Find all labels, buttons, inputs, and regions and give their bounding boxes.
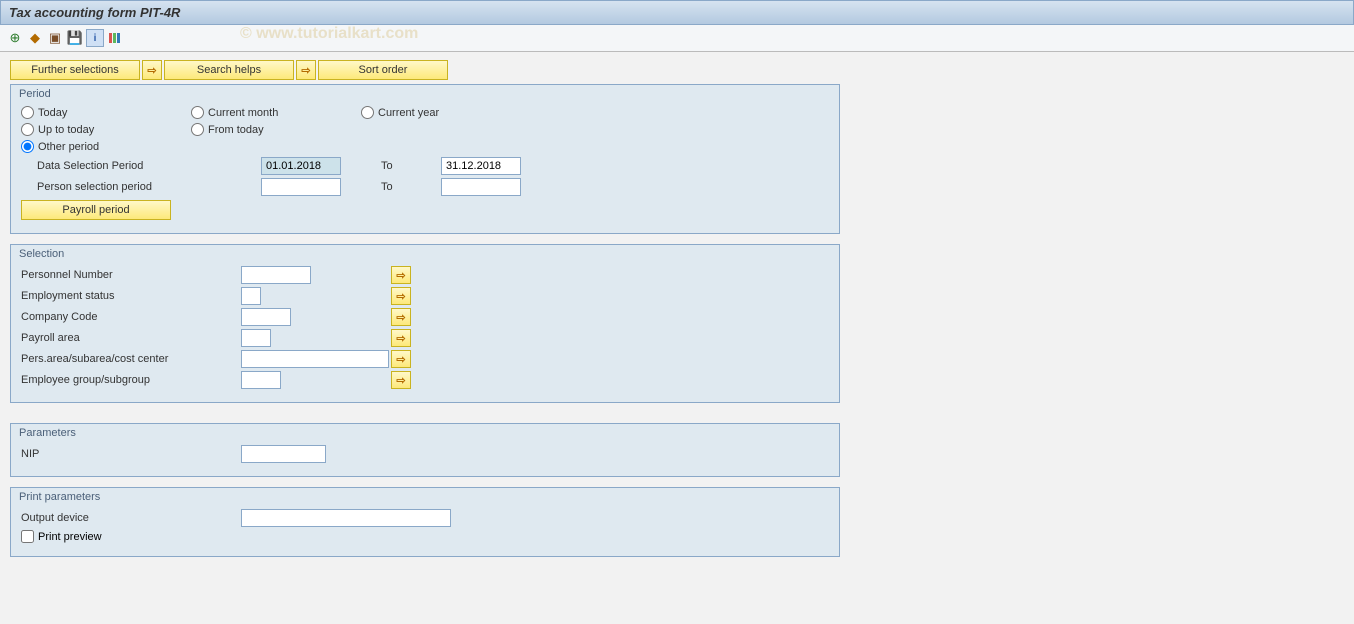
personnel-number-label: Personnel Number: [21, 269, 241, 281]
pers-area-input[interactable]: [241, 350, 389, 368]
variant-icon[interactable]: ◆: [26, 29, 44, 47]
layout-icon[interactable]: [106, 29, 124, 47]
search-helps-button[interactable]: Search helps: [164, 60, 294, 80]
sort-order-button[interactable]: Sort order: [318, 60, 448, 80]
top-button-row: Further selections ⇨ Search helps ⇨ Sort…: [10, 60, 1344, 80]
info-icon[interactable]: i: [86, 29, 104, 47]
company-code-input[interactable]: [241, 308, 291, 326]
multiple-selection-icon[interactable]: ⇨: [391, 266, 411, 284]
nip-input[interactable]: [241, 445, 326, 463]
personnel-number-input[interactable]: [241, 266, 311, 284]
data-selection-from-input[interactable]: [261, 157, 341, 175]
output-device-input[interactable]: [241, 509, 451, 527]
payroll-area-label: Payroll area: [21, 332, 241, 344]
radio-from-today[interactable]: From today: [191, 123, 361, 136]
to-label: To: [381, 160, 441, 172]
radio-other-period[interactable]: Other period: [21, 140, 99, 153]
payroll-area-input[interactable]: [241, 329, 271, 347]
arrow-icon[interactable]: ⇨: [142, 60, 162, 80]
multiple-selection-icon[interactable]: ⇨: [391, 308, 411, 326]
radio-up-to-today[interactable]: Up to today: [21, 123, 191, 136]
further-selections-button[interactable]: Further selections: [10, 60, 140, 80]
radio-today[interactable]: Today: [21, 106, 191, 119]
employment-status-label: Employment status: [21, 290, 241, 302]
multiple-selection-icon[interactable]: ⇨: [391, 287, 411, 305]
window-title: Tax accounting form PIT-4R: [0, 0, 1354, 25]
print-preview-label: Print preview: [38, 531, 102, 543]
radio-current-month-label: Current month: [208, 107, 278, 119]
employment-status-input[interactable]: [241, 287, 261, 305]
print-parameters-panel: Print parameters Output device Print pre…: [10, 487, 840, 557]
radio-other-period-label: Other period: [38, 141, 99, 153]
person-selection-from-input[interactable]: [261, 178, 341, 196]
print-preview-checkbox[interactable]: Print preview: [21, 530, 102, 543]
selection-panel: Selection Personnel Number ⇨ Employment …: [10, 244, 840, 403]
to-label: To: [381, 181, 441, 193]
execute-icon[interactable]: ⊕: [6, 29, 24, 47]
output-device-label: Output device: [21, 512, 241, 524]
nip-label: NIP: [21, 448, 241, 460]
save-icon[interactable]: 💾: [66, 29, 84, 47]
multiple-selection-icon[interactable]: ⇨: [391, 350, 411, 368]
content-area: Further selections ⇨ Search helps ⇨ Sort…: [0, 52, 1354, 577]
data-selection-period-label: Data Selection Period: [37, 160, 261, 172]
radio-up-to-today-label: Up to today: [38, 124, 94, 136]
employee-group-label: Employee group/subgroup: [21, 374, 241, 386]
multiple-selection-icon[interactable]: ⇨: [391, 329, 411, 347]
employee-group-input[interactable]: [241, 371, 281, 389]
company-code-label: Company Code: [21, 311, 241, 323]
variant-get-icon[interactable]: ▣: [46, 29, 64, 47]
radio-from-today-label: From today: [208, 124, 264, 136]
watermark: © www.tutorialkart.com: [240, 25, 418, 43]
data-selection-to-input[interactable]: [441, 157, 521, 175]
radio-current-month[interactable]: Current month: [191, 106, 361, 119]
print-parameters-panel-title: Print parameters: [11, 488, 839, 503]
multiple-selection-icon[interactable]: ⇨: [391, 371, 411, 389]
person-selection-to-input[interactable]: [441, 178, 521, 196]
radio-today-label: Today: [38, 107, 67, 119]
arrow-icon[interactable]: ⇨: [296, 60, 316, 80]
toolbar: ⊕ ◆ ▣ 💾 i © www.tutorialkart.com: [0, 25, 1354, 52]
period-panel-title: Period: [11, 85, 839, 100]
payroll-period-button[interactable]: Payroll period: [21, 200, 171, 220]
parameters-panel: Parameters NIP: [10, 423, 840, 477]
pers-area-label: Pers.area/subarea/cost center: [21, 353, 241, 365]
person-selection-period-label: Person selection period: [37, 181, 261, 193]
radio-current-year-label: Current year: [378, 107, 439, 119]
radio-current-year[interactable]: Current year: [361, 106, 531, 119]
period-panel: Period Today Current month Current year …: [10, 84, 840, 234]
selection-panel-title: Selection: [11, 245, 839, 260]
parameters-panel-title: Parameters: [11, 424, 839, 439]
